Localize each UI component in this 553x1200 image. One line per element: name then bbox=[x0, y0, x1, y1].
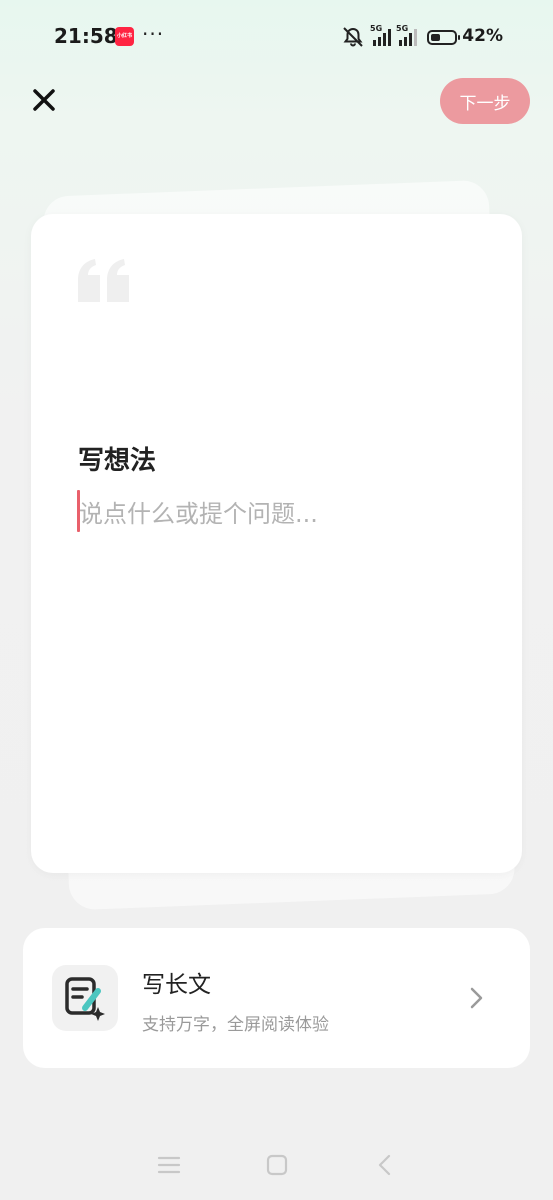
quote-icon bbox=[78, 259, 129, 302]
signal-2-icon: 5G bbox=[396, 24, 417, 46]
chevron-right-icon bbox=[470, 987, 483, 1009]
longform-title: 写长文 bbox=[142, 972, 211, 998]
nav-home-button[interactable] bbox=[263, 1152, 291, 1178]
app-badge-icon: 小红书 bbox=[115, 27, 134, 46]
status-bar: 21:58 小红书 ··· 5G 5G 42% bbox=[0, 0, 553, 72]
status-overflow: ··· bbox=[142, 22, 165, 46]
card-title: 写想法 bbox=[78, 446, 157, 476]
signal-2-label: 5G bbox=[396, 24, 409, 33]
battery-fill bbox=[431, 33, 440, 41]
thought-input[interactable]: 说点什么或提个问题... bbox=[79, 494, 318, 529]
system-nav-bar bbox=[0, 1140, 553, 1190]
edit-doc-sparkle-icon bbox=[52, 965, 118, 1031]
battery-percent: 42% bbox=[462, 26, 503, 46]
signal-1-label: 5G bbox=[370, 24, 383, 33]
close-icon bbox=[33, 89, 55, 111]
write-longform-button[interactable]: 写长文 支持万字，全屏阅读体验 bbox=[23, 928, 530, 1068]
back-icon bbox=[378, 1154, 391, 1176]
next-button[interactable]: 下一步 bbox=[440, 78, 530, 124]
write-thought-card[interactable]: 写想法 说点什么或提个问题... bbox=[31, 214, 522, 873]
battery-icon bbox=[427, 29, 460, 45]
close-button[interactable] bbox=[28, 84, 62, 118]
signal-1-icon: 5G bbox=[370, 24, 391, 46]
nav-menu-button[interactable] bbox=[155, 1152, 183, 1178]
nav-back-button[interactable] bbox=[371, 1152, 399, 1178]
home-icon bbox=[266, 1154, 288, 1176]
status-time: 21:58 bbox=[54, 24, 118, 48]
menu-icon bbox=[157, 1156, 181, 1174]
bell-muted-icon bbox=[343, 27, 363, 47]
longform-subtitle: 支持万字，全屏阅读体验 bbox=[142, 1015, 329, 1035]
